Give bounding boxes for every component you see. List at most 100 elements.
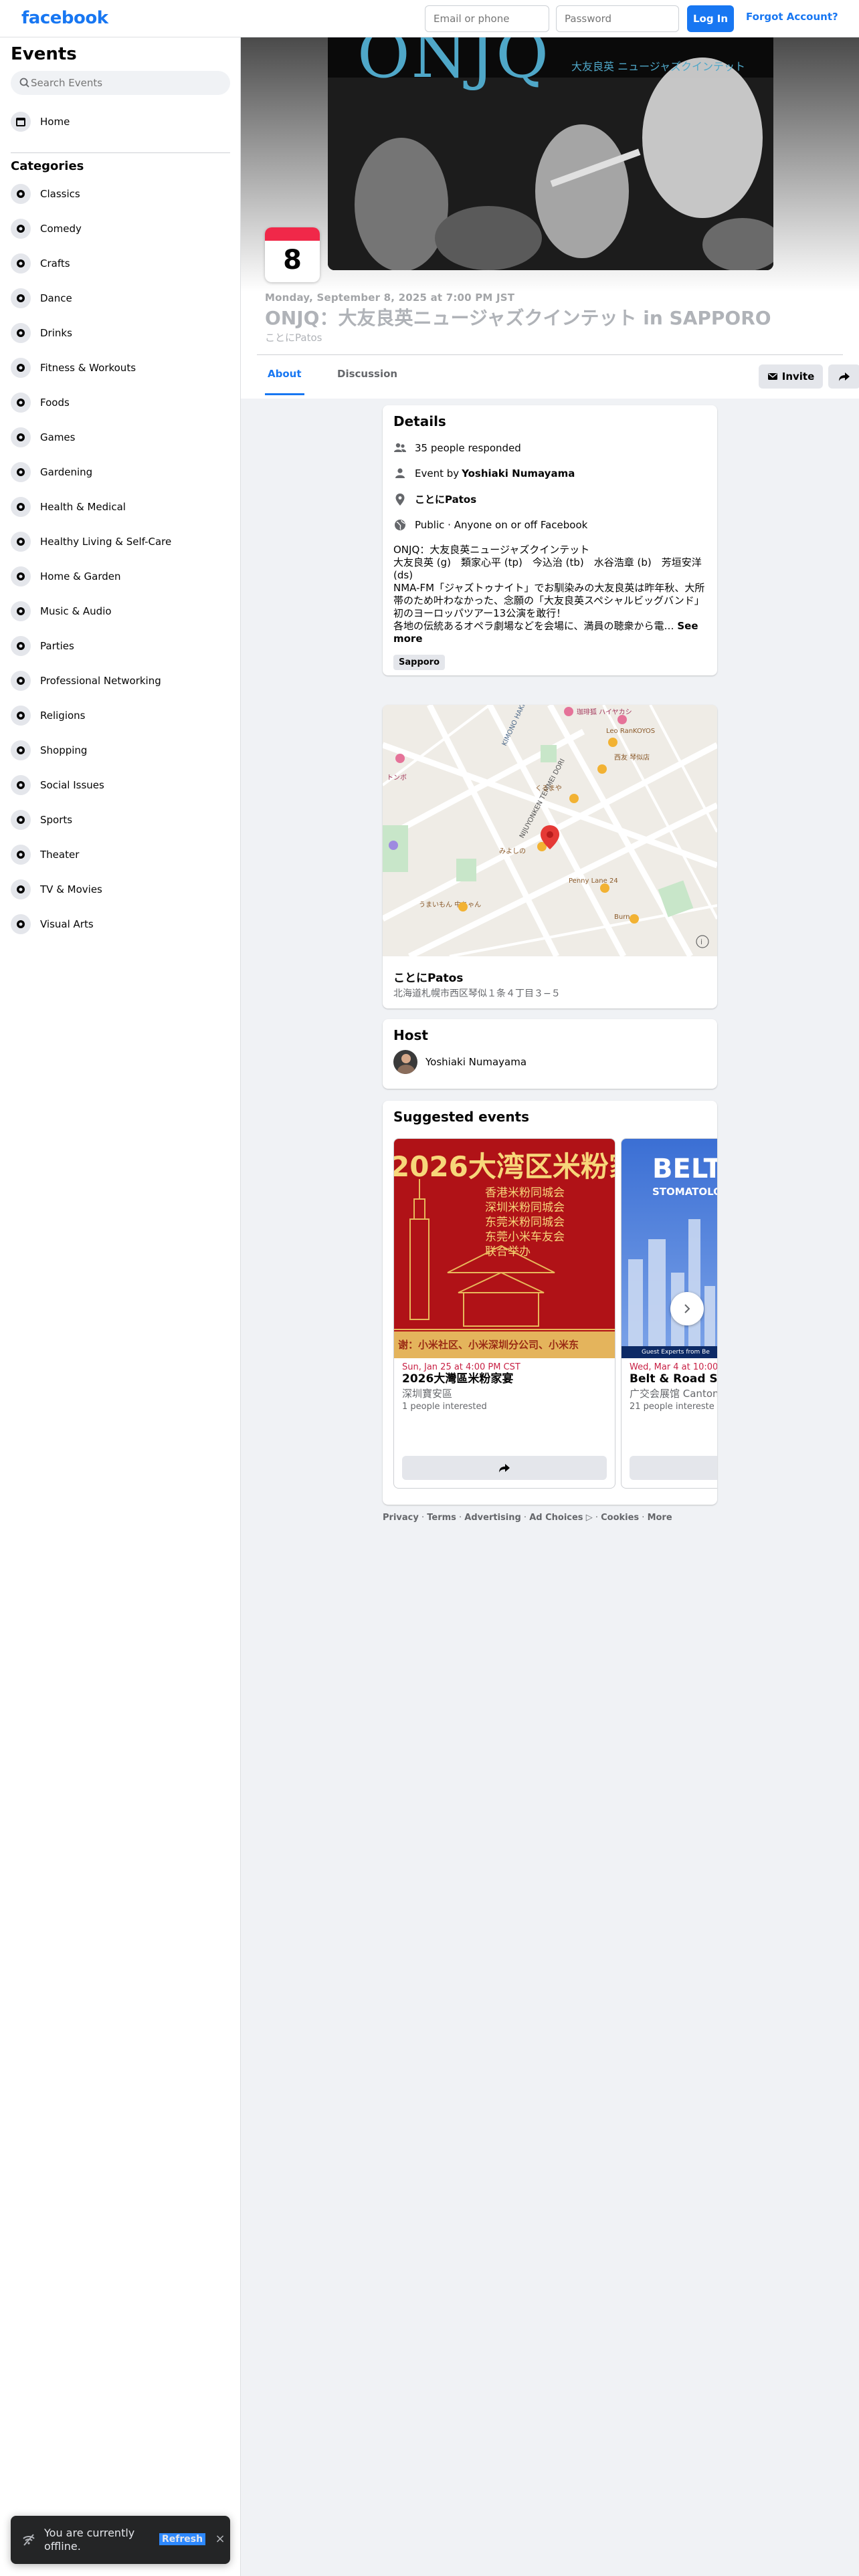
suggested-event-interested: 1 people interested <box>402 1402 487 1412</box>
sidebar-item-category[interactable]: Shopping <box>5 733 235 768</box>
sidebar-item-label: Health & Medical <box>40 501 126 513</box>
sidebar-item-label: Music & Audio <box>40 605 112 617</box>
sidebar-item-label: Theater <box>40 849 80 861</box>
map-venue-name[interactable]: ことにPatos <box>393 968 706 985</box>
invite-button[interactable]: Invite <box>759 364 823 389</box>
theater-icon <box>11 845 31 865</box>
social-issues-icon <box>11 775 31 795</box>
shopping-icon <box>11 740 31 760</box>
sidebar-item-category[interactable]: Drinks <box>5 316 235 350</box>
event-cover-photo[interactable]: ONJQ 大友良英 ニュージャズクインテット <box>328 37 773 270</box>
sidebar-item-category[interactable]: Healthy Living & Self-Care <box>5 524 235 559</box>
close-icon[interactable]: × <box>213 2533 227 2547</box>
suggested-event-info: Wed, Mar 4 at 10:00 Belt & Road S Confer… <box>622 1358 717 1416</box>
search-events-box[interactable] <box>11 71 230 95</box>
location-map[interactable]: KIMONO HAKKAN NIJUYONKEN TEMMEI DORI 珈琲狐… <box>383 705 717 956</box>
sidebar-item-category[interactable]: Religions <box>5 698 235 733</box>
sidebar-item-label: Healthy Living & Self-Care <box>40 536 172 548</box>
sidebar-item-category[interactable]: TV & Movies <box>5 872 235 907</box>
refresh-button[interactable]: Refresh <box>159 2533 206 2545</box>
networking-icon <box>11 671 31 691</box>
venue-name[interactable]: ことにPatos <box>415 492 476 506</box>
footer-link-cookies[interactable]: Cookies <box>601 1513 639 1523</box>
footer-link-more[interactable]: More <box>648 1513 672 1523</box>
sidebar-item-label: Drinks <box>40 327 72 339</box>
invite-label: Invite <box>781 370 815 383</box>
crafts-icon <box>11 253 31 274</box>
sidebar-item-label: Comedy <box>40 223 82 235</box>
facebook-logo[interactable]: facebook <box>21 8 108 28</box>
map-label: トンボ <box>387 774 407 782</box>
sidebar-item-home[interactable]: Home <box>5 107 235 136</box>
page-footer: Privacy · Terms · Advertising · Ad Choic… <box>383 1513 672 1523</box>
event-description: ONJQ：大友良英ニュージャズクインテット 大友良英 (g) 類家心平 (tp)… <box>393 544 706 645</box>
host-name[interactable]: Yoshiaki Numayama <box>425 1056 527 1068</box>
footer-link-advertising[interactable]: Advertising <box>464 1513 521 1523</box>
categories-list: Classics Comedy Crafts Dance Drinks Fitness &… <box>5 177 235 942</box>
suggested-event-title[interactable]: Belt & Road S Conference <box>630 1372 717 1386</box>
sidebar-item-category[interactable]: Parties <box>5 629 235 663</box>
footer-link-privacy[interactable]: Privacy <box>383 1513 419 1523</box>
event-venue-link[interactable]: ことにPatos <box>265 330 322 344</box>
wifi-off-icon <box>23 2534 35 2546</box>
host-row[interactable]: Yoshiaki Numayama <box>393 1050 706 1074</box>
share-icon <box>839 372 850 381</box>
map-label: Penny Lane 24 <box>569 877 618 885</box>
sidebar-item-category[interactable]: Home & Garden <box>5 559 235 594</box>
suggested-event-interested: 21 people intereste <box>630 1402 714 1412</box>
city-tag[interactable]: Sapporo <box>393 655 446 670</box>
carousel-next-button[interactable] <box>670 1292 704 1325</box>
password-field[interactable] <box>556 5 679 32</box>
suggested-event-title[interactable]: 2026大灣區米粉家宴 <box>402 1372 607 1386</box>
share-button[interactable] <box>828 364 859 389</box>
suggested-share-button[interactable] <box>402 1456 607 1480</box>
description-line: ONJQ：大友良英ニュージャズクインテット <box>393 544 590 556</box>
sidebar-item-category[interactable]: Crafts <box>5 246 235 281</box>
search-events-input[interactable] <box>31 71 225 95</box>
sidebar-item-category[interactable]: Gardening <box>5 455 235 490</box>
map-label: 珈琲狐 ハイヤカシ <box>577 708 632 716</box>
map-label: Leo RanKOYOS <box>606 728 655 735</box>
suggested-event-date: Sun, Jan 25 at 4:00 PM CST <box>402 1362 520 1372</box>
suggested-event-card[interactable]: 2026大湾区米粉家 香港米粉同城会 深圳米粉同城会 东莞米粉同城会 东莞小米车… <box>393 1138 615 1489</box>
sidebar-item-category[interactable]: Classics <box>5 177 235 211</box>
home-garden-icon <box>11 566 31 586</box>
sidebar-item-category[interactable]: Theater <box>5 837 235 872</box>
search-icon <box>19 78 29 88</box>
login-button[interactable]: Log In <box>687 5 734 32</box>
date-day: 8 <box>283 245 302 276</box>
email-field[interactable] <box>425 5 549 32</box>
sidebar-item-label: Sports <box>40 814 73 826</box>
sidebar-item-category[interactable]: Comedy <box>5 211 235 246</box>
date-badge: 8 <box>265 227 320 282</box>
sidebar-title: Events <box>11 44 77 64</box>
sidebar-item-category[interactable]: Health & Medical <box>5 490 235 524</box>
fitness-icon <box>11 358 31 378</box>
suggested-share-button[interactable] <box>630 1456 717 1480</box>
tab-discussion[interactable]: Discussion <box>335 355 400 395</box>
sidebar-item-category[interactable]: Dance <box>5 281 235 316</box>
envelope-icon <box>767 373 777 380</box>
event-by-name[interactable]: Yoshiaki Numayama <box>462 467 575 479</box>
sidebar-item-category[interactable]: Games <box>5 420 235 455</box>
footer-link-ad-choices[interactable]: Ad Choices <box>529 1513 583 1523</box>
sidebar-item-label: Visual Arts <box>40 918 94 930</box>
sidebar-item-category[interactable]: Fitness & Workouts <box>5 350 235 385</box>
sidebar-item-category[interactable]: Visual Arts <box>5 907 235 942</box>
chevron-right-icon <box>684 1304 690 1313</box>
responded-row: 35 people responded <box>393 441 706 455</box>
sidebar-item-category[interactable]: Music & Audio <box>5 594 235 629</box>
sidebar-item-category[interactable]: Social Issues <box>5 768 235 802</box>
sidebar-item-category[interactable]: Sports <box>5 802 235 837</box>
cover-subtitle: 大友良英 ニュージャズクインテット <box>571 60 745 73</box>
sidebar-item-label: TV & Movies <box>40 883 102 895</box>
sidebar-item-category[interactable]: Professional Networking <box>5 663 235 698</box>
classics-icon <box>11 184 31 204</box>
tab-about[interactable]: About <box>265 355 304 395</box>
suggested-events-card: Suggested events 2026大湾区米粉家 香港米粉同城会 深圳米粉… <box>383 1101 717 1505</box>
forgot-account-link[interactable]: Forgot Account? <box>746 11 838 23</box>
responded-count[interactable]: 35 people responded <box>415 442 521 454</box>
footer-link-terms[interactable]: Terms <box>427 1513 456 1523</box>
person-icon <box>395 468 405 478</box>
sidebar-item-category[interactable]: Foods <box>5 385 235 420</box>
